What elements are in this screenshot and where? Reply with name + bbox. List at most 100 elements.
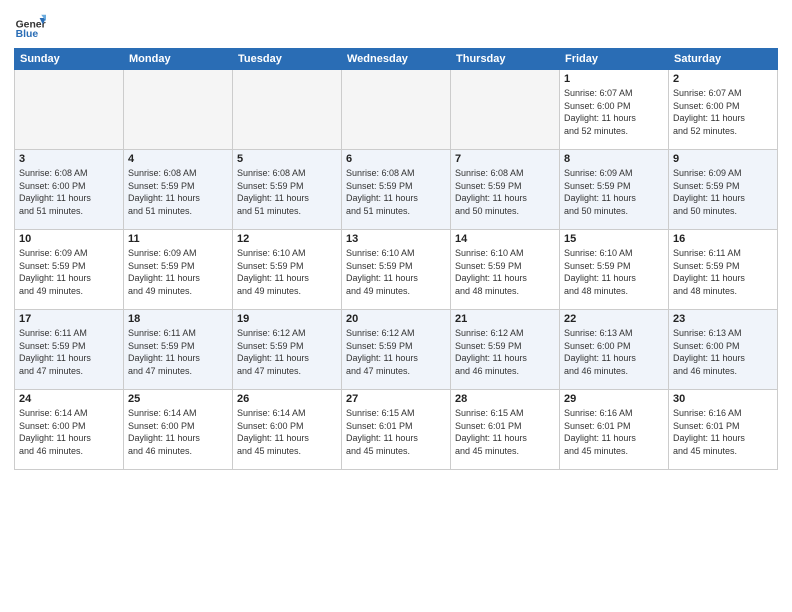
weekday-header-sunday: Sunday bbox=[15, 49, 124, 70]
day-cell: 3 Sunrise: 6:08 AM Sunset: 6:00 PM Daylig… bbox=[15, 150, 124, 230]
day-info: Sunrise: 6:13 AM Sunset: 6:00 PM Dayligh… bbox=[673, 327, 773, 377]
day-number: 3 bbox=[19, 153, 119, 165]
svg-text:Blue: Blue bbox=[16, 29, 39, 40]
day-cell: 28 Sunrise: 6:15 AM Sunset: 6:01 PM Dayli… bbox=[451, 390, 560, 470]
day-info: Sunrise: 6:08 AM Sunset: 5:59 PM Dayligh… bbox=[128, 167, 228, 217]
day-info: Sunrise: 6:10 AM Sunset: 5:59 PM Dayligh… bbox=[346, 247, 446, 297]
header: General Blue bbox=[14, 10, 778, 42]
day-number: 7 bbox=[455, 153, 555, 165]
day-cell: 22 Sunrise: 6:13 AM Sunset: 6:00 PM Dayli… bbox=[560, 310, 669, 390]
day-info: Sunrise: 6:14 AM Sunset: 6:00 PM Dayligh… bbox=[237, 407, 337, 457]
day-number: 17 bbox=[19, 313, 119, 325]
day-number: 25 bbox=[128, 393, 228, 405]
day-cell: 1 Sunrise: 6:07 AM Sunset: 6:00 PM Daylig… bbox=[560, 70, 669, 150]
day-info: Sunrise: 6:14 AM Sunset: 6:00 PM Dayligh… bbox=[19, 407, 119, 457]
day-cell: 5 Sunrise: 6:08 AM Sunset: 5:59 PM Daylig… bbox=[233, 150, 342, 230]
day-info: Sunrise: 6:15 AM Sunset: 6:01 PM Dayligh… bbox=[346, 407, 446, 457]
day-info: Sunrise: 6:12 AM Sunset: 5:59 PM Dayligh… bbox=[346, 327, 446, 377]
day-info: Sunrise: 6:09 AM Sunset: 5:59 PM Dayligh… bbox=[564, 167, 664, 217]
weekday-header-thursday: Thursday bbox=[451, 49, 560, 70]
day-number: 18 bbox=[128, 313, 228, 325]
day-cell: 13 Sunrise: 6:10 AM Sunset: 5:59 PM Dayli… bbox=[342, 230, 451, 310]
day-info: Sunrise: 6:11 AM Sunset: 5:59 PM Dayligh… bbox=[19, 327, 119, 377]
weekday-header-tuesday: Tuesday bbox=[233, 49, 342, 70]
page: General Blue SundayMondayTuesdayWednesda… bbox=[0, 0, 792, 612]
day-cell bbox=[451, 70, 560, 150]
day-number: 21 bbox=[455, 313, 555, 325]
day-number: 29 bbox=[564, 393, 664, 405]
day-cell: 25 Sunrise: 6:14 AM Sunset: 6:00 PM Dayli… bbox=[124, 390, 233, 470]
day-cell: 16Sunrise: 6:11 AM Sunset: 5:59 PM Dayli… bbox=[669, 230, 778, 310]
day-cell: 12Sunrise: 6:10 AM Sunset: 5:59 PM Dayli… bbox=[233, 230, 342, 310]
day-cell: 17 Sunrise: 6:11 AM Sunset: 5:59 PM Dayli… bbox=[15, 310, 124, 390]
day-cell: 24 Sunrise: 6:14 AM Sunset: 6:00 PM Dayli… bbox=[15, 390, 124, 470]
day-cell: 11Sunrise: 6:09 AM Sunset: 5:59 PM Dayli… bbox=[124, 230, 233, 310]
day-info: Sunrise: 6:16 AM Sunset: 6:01 PM Dayligh… bbox=[564, 407, 664, 457]
day-info: Sunrise: 6:14 AM Sunset: 6:00 PM Dayligh… bbox=[128, 407, 228, 457]
day-number: 11 bbox=[128, 233, 228, 245]
day-info: Sunrise: 6:10 AM Sunset: 5:59 PM Dayligh… bbox=[564, 247, 664, 297]
day-cell: 26 Sunrise: 6:14 AM Sunset: 6:00 PM Dayli… bbox=[233, 390, 342, 470]
week-row-4: 17 Sunrise: 6:11 AM Sunset: 5:59 PM Dayli… bbox=[15, 310, 778, 390]
day-info: Sunrise: 6:09 AM Sunset: 5:59 PM Dayligh… bbox=[673, 167, 773, 217]
day-number: 19 bbox=[237, 313, 337, 325]
day-number: 23 bbox=[673, 313, 773, 325]
weekday-header-friday: Friday bbox=[560, 49, 669, 70]
day-number: 13 bbox=[346, 233, 446, 245]
day-number: 30 bbox=[673, 393, 773, 405]
day-info: Sunrise: 6:15 AM Sunset: 6:01 PM Dayligh… bbox=[455, 407, 555, 457]
day-number: 26 bbox=[237, 393, 337, 405]
day-number: 1 bbox=[564, 73, 664, 85]
day-number: 22 bbox=[564, 313, 664, 325]
day-cell: 18 Sunrise: 6:11 AM Sunset: 5:59 PM Dayli… bbox=[124, 310, 233, 390]
day-number: 15 bbox=[564, 233, 664, 245]
day-number: 2 bbox=[673, 73, 773, 85]
week-row-3: 10 Sunrise: 6:09 AM Sunset: 5:59 PM Dayli… bbox=[15, 230, 778, 310]
day-number: 8 bbox=[564, 153, 664, 165]
day-cell: 6 Sunrise: 6:08 AM Sunset: 5:59 PM Daylig… bbox=[342, 150, 451, 230]
day-cell: 10 Sunrise: 6:09 AM Sunset: 5:59 PM Dayli… bbox=[15, 230, 124, 310]
day-cell: 14 Sunrise: 6:10 AM Sunset: 5:59 PM Dayli… bbox=[451, 230, 560, 310]
day-cell: 30Sunrise: 6:16 AM Sunset: 6:01 PM Dayli… bbox=[669, 390, 778, 470]
weekday-header-saturday: Saturday bbox=[669, 49, 778, 70]
day-info: Sunrise: 6:07 AM Sunset: 6:00 PM Dayligh… bbox=[564, 87, 664, 137]
day-number: 16 bbox=[673, 233, 773, 245]
calendar: SundayMondayTuesdayWednesdayThursdayFrid… bbox=[14, 48, 778, 470]
day-cell: 19 Sunrise: 6:12 AM Sunset: 5:59 PM Dayli… bbox=[233, 310, 342, 390]
day-info: Sunrise: 6:08 AM Sunset: 6:00 PM Dayligh… bbox=[19, 167, 119, 217]
day-cell: 20 Sunrise: 6:12 AM Sunset: 5:59 PM Dayli… bbox=[342, 310, 451, 390]
day-number: 9 bbox=[673, 153, 773, 165]
day-info: Sunrise: 6:13 AM Sunset: 6:00 PM Dayligh… bbox=[564, 327, 664, 377]
day-info: Sunrise: 6:08 AM Sunset: 5:59 PM Dayligh… bbox=[237, 167, 337, 217]
logo: General Blue bbox=[14, 10, 50, 42]
day-info: Sunrise: 6:08 AM Sunset: 5:59 PM Dayligh… bbox=[346, 167, 446, 217]
day-cell bbox=[124, 70, 233, 150]
day-cell bbox=[15, 70, 124, 150]
day-info: Sunrise: 6:12 AM Sunset: 5:59 PM Dayligh… bbox=[237, 327, 337, 377]
day-cell: 23 Sunrise: 6:13 AM Sunset: 6:00 PM Dayli… bbox=[669, 310, 778, 390]
day-cell bbox=[233, 70, 342, 150]
day-number: 28 bbox=[455, 393, 555, 405]
day-cell bbox=[342, 70, 451, 150]
day-info: Sunrise: 6:10 AM Sunset: 5:59 PM Dayligh… bbox=[455, 247, 555, 297]
day-cell: 27 Sunrise: 6:15 AM Sunset: 6:01 PM Dayli… bbox=[342, 390, 451, 470]
day-number: 20 bbox=[346, 313, 446, 325]
day-number: 14 bbox=[455, 233, 555, 245]
day-number: 5 bbox=[237, 153, 337, 165]
day-number: 6 bbox=[346, 153, 446, 165]
day-number: 10 bbox=[19, 233, 119, 245]
weekday-header-wednesday: Wednesday bbox=[342, 49, 451, 70]
day-info: Sunrise: 6:12 AM Sunset: 5:59 PM Dayligh… bbox=[455, 327, 555, 377]
day-cell: 7 Sunrise: 6:08 AM Sunset: 5:59 PM Daylig… bbox=[451, 150, 560, 230]
day-number: 4 bbox=[128, 153, 228, 165]
day-info: Sunrise: 6:08 AM Sunset: 5:59 PM Dayligh… bbox=[455, 167, 555, 217]
day-info: Sunrise: 6:09 AM Sunset: 5:59 PM Dayligh… bbox=[19, 247, 119, 297]
day-info: Sunrise: 6:10 AM Sunset: 5:59 PM Dayligh… bbox=[237, 247, 337, 297]
day-cell: 4 Sunrise: 6:08 AM Sunset: 5:59 PM Daylig… bbox=[124, 150, 233, 230]
day-info: Sunrise: 6:11 AM Sunset: 5:59 PM Dayligh… bbox=[128, 327, 228, 377]
day-number: 27 bbox=[346, 393, 446, 405]
day-cell: 15 Sunrise: 6:10 AM Sunset: 5:59 PM Dayli… bbox=[560, 230, 669, 310]
day-number: 24 bbox=[19, 393, 119, 405]
day-cell: 2Sunrise: 6:07 AM Sunset: 6:00 PM Daylig… bbox=[669, 70, 778, 150]
week-row-1: 1 Sunrise: 6:07 AM Sunset: 6:00 PM Daylig… bbox=[15, 70, 778, 150]
